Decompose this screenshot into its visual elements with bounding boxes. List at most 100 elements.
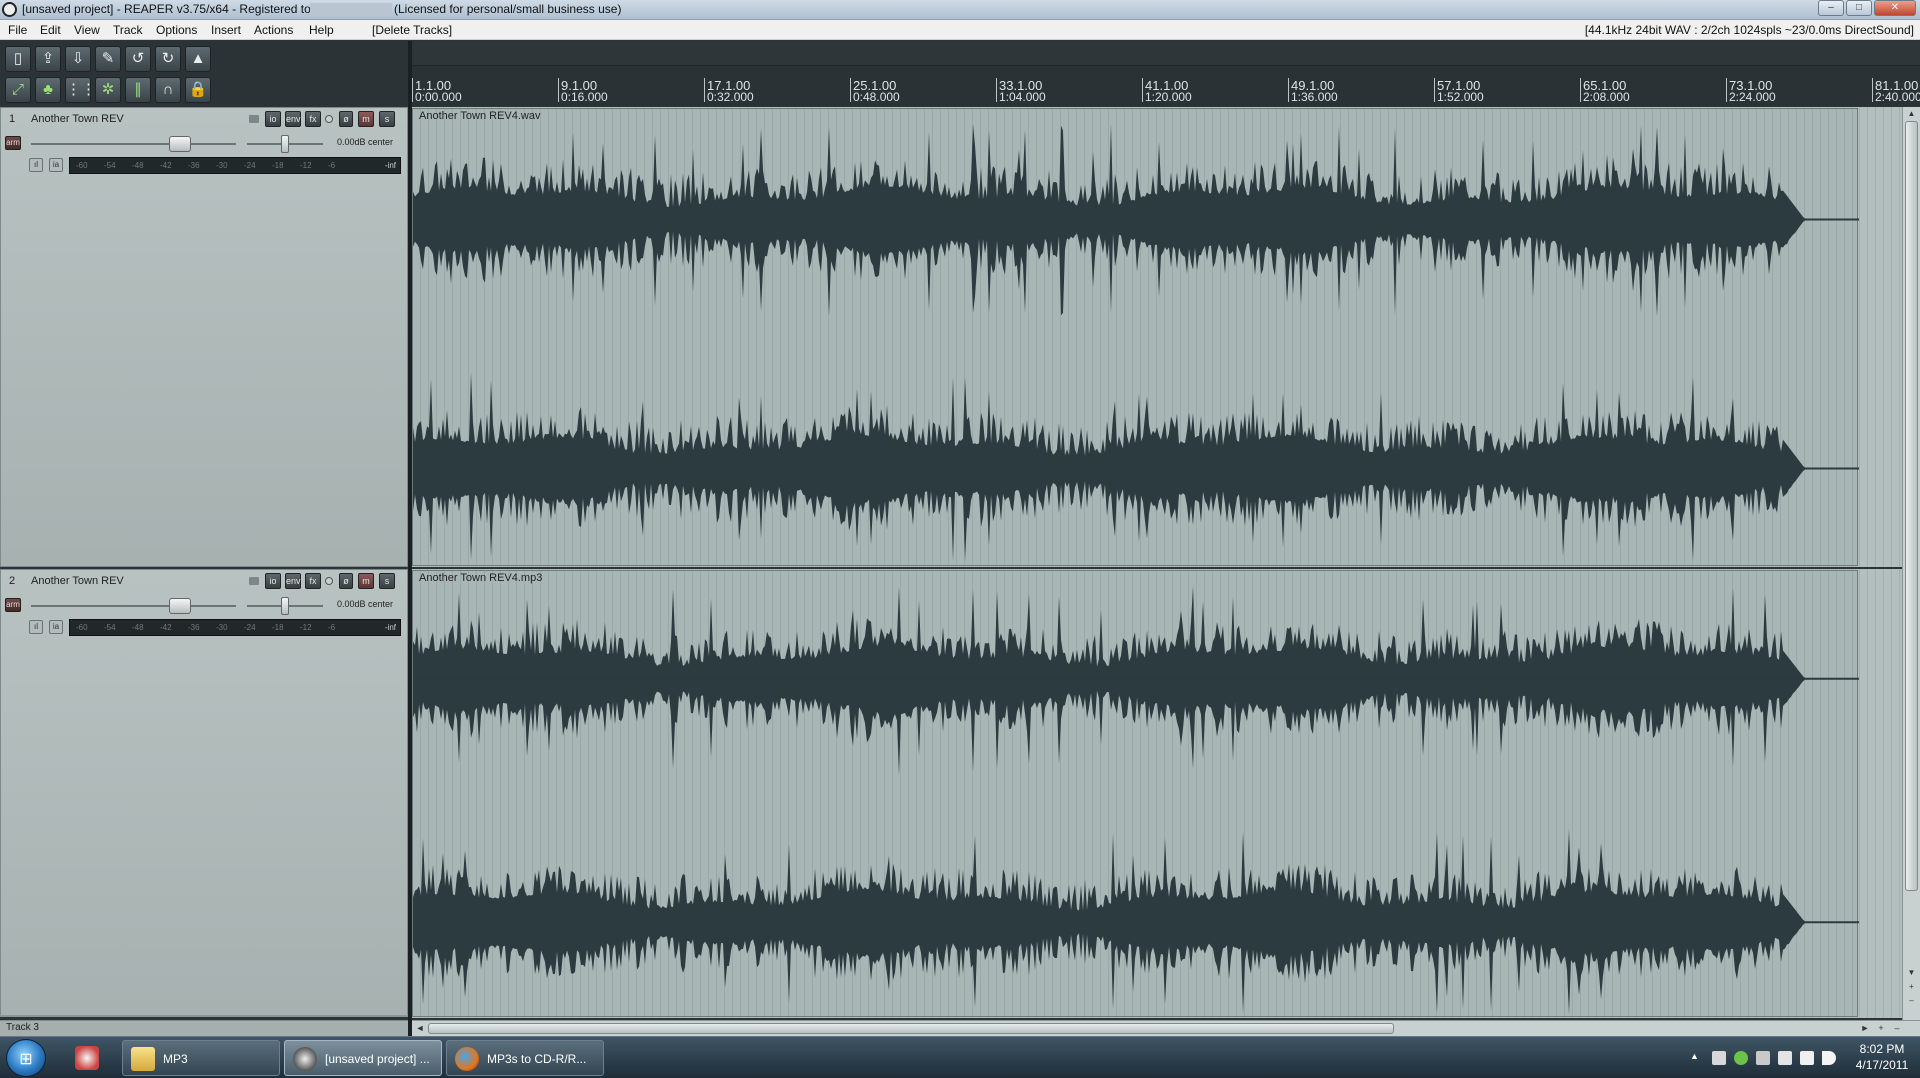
menu-delete-tracks[interactable]: [Delete Tracks] [372,23,452,37]
snap-icon[interactable]: ✲ [95,77,121,103]
horizontal-scrollbar[interactable]: ◄ ► + – [412,1020,1920,1036]
menu-help[interactable]: Help [309,23,334,37]
io-button[interactable]: io [265,573,281,589]
track-lane-1[interactable]: Another Town REV4.wav [412,107,1902,569]
volume-slider-knob[interactable] [169,136,191,152]
start-button[interactable]: ⊞ [6,1039,46,1077]
pinned-app-paint[interactable] [62,1040,112,1076]
envelope-button[interactable]: env [285,573,301,589]
media-item-1[interactable]: Another Town REV4.wav [412,108,1859,566]
action-center-icon[interactable] [1778,1051,1792,1065]
mute-button[interactable]: m [358,573,374,589]
input-monitor-button[interactable]: ıl [29,158,43,172]
record-arm-button[interactable]: arm [5,598,21,612]
vertical-scrollbar[interactable]: ▲ ▼ + – [1902,107,1920,1020]
region-marker-lane[interactable] [412,41,1920,66]
taskbar-item-reaper[interactable]: [unsaved project] ... [284,1040,442,1076]
pan-slider-knob[interactable] [281,135,289,153]
minimize-button[interactable]: – [1818,0,1844,16]
folder-icon[interactable] [249,115,259,123]
menu-options[interactable]: Options [156,23,197,37]
tcp-empty-area[interactable] [0,1015,408,1017]
menu-view[interactable]: View [74,23,100,37]
record-arm-button[interactable]: arm [5,136,21,150]
zoom-in-horizontal-icon[interactable]: + [1874,1022,1888,1035]
show-hidden-icons-icon[interactable]: ▲ [1690,1051,1699,1061]
ripple-edit-icon[interactable]: ∥ [125,77,151,103]
folder-icon[interactable] [249,577,259,585]
new-project-icon[interactable]: ▯ [5,46,31,72]
track-panel-2[interactable]: 2 Another Town REV io env fx ø m s arm 0… [0,569,408,1017]
horizontal-scroll-thumb[interactable] [428,1023,1394,1034]
mute-button[interactable]: m [358,111,374,127]
meter-peak: -inf [384,161,396,170]
scroll-up-icon[interactable]: ▲ [1906,108,1917,119]
zoom-in-vertical-icon[interactable]: + [1906,981,1917,992]
network-icon[interactable] [1712,1051,1726,1065]
envelope-lock-icon[interactable]: ♣ [35,77,61,103]
close-button[interactable]: ✕ [1874,0,1916,16]
scroll-down-icon[interactable]: ▼ [1906,967,1917,978]
track-name[interactable]: Another Town REV [31,113,124,125]
taskbar-item-mp3-folder[interactable]: MP3 [122,1040,280,1076]
vertical-scroll-thumb[interactable] [1905,121,1918,891]
menu-track[interactable]: Track [113,23,143,37]
lock-icon[interactable]: 🔒 [185,77,211,103]
save-project-icon[interactable]: ⇩ [65,46,91,72]
metronome-icon[interactable]: ▲ [185,46,211,72]
waveform-2 [413,586,1859,1015]
phase-icon[interactable] [325,115,333,123]
phase-icon[interactable] [325,577,333,585]
phase-button[interactable]: ø [339,573,353,589]
input-monitor-button[interactable]: ıl [29,620,43,634]
volume-icon[interactable] [1822,1051,1836,1065]
fx-button[interactable]: fx [305,111,321,127]
phase-button[interactable]: ø [339,111,353,127]
track-lane-2[interactable]: Another Town REV4.mp3 [412,569,1902,1020]
menu-insert[interactable]: Insert [211,23,241,37]
menu-actions[interactable]: Actions [254,23,293,37]
volume-slider-knob[interactable] [169,598,191,614]
meter-tick: -18 [272,623,284,632]
loop-icon[interactable]: ∩ [155,77,181,103]
auto-crossfade-icon[interactable]: ⤢ [5,77,31,103]
windows-taskbar: ⊞ MP3 [unsaved project] ... MP3s to CD-R… [0,1036,1920,1078]
meter-tick: -12 [300,161,312,170]
zoom-out-horizontal-icon[interactable]: – [1890,1022,1904,1035]
track-name[interactable]: Another Town REV [31,575,124,587]
project-settings-icon[interactable]: ✎ [95,46,121,72]
menu-edit[interactable]: Edit [40,23,61,37]
pan-slider-knob[interactable] [281,597,289,615]
zoom-out-vertical-icon[interactable]: – [1906,995,1917,1006]
input-select-button[interactable]: ia [49,620,63,634]
grid-icon[interactable]: ⋮⋮ [65,77,96,103]
solo-button[interactable]: s [379,111,395,127]
media-item-2[interactable]: Another Town REV4.mp3 [412,570,1859,1017]
arrange-view[interactable]: Another Town REV4.wav Another Town REV4.… [412,107,1902,1020]
undo-icon[interactable]: ↺ [125,46,151,72]
menu-bar: File Edit View Track Options Insert Acti… [0,20,1920,40]
fx-button[interactable]: fx [305,573,321,589]
network-status-icon[interactable] [1800,1051,1814,1065]
io-button[interactable]: io [265,111,281,127]
open-project-icon[interactable]: ⇪ [35,46,61,72]
license-text: (Licensed for personal/small business us… [394,2,622,16]
taskbar-item-firefox[interactable]: MP3s to CD-R/R... [446,1040,604,1076]
input-select-button[interactable]: ia [49,158,63,172]
audio-device-status[interactable]: [44.1kHz 24bit WAV : 2/2ch 1024spls ~23/… [1585,23,1914,37]
track-panel-1[interactable]: 1 Another Town REV io env fx ø m s arm 0… [0,107,408,567]
timeline-ruler[interactable]: 1.1.00 0:00.000 9.1.00 0:16.000 17.1.00 0:3… [412,66,1920,106]
scroll-left-icon[interactable]: ◄ [413,1022,427,1035]
maximize-button[interactable]: □ [1846,0,1872,16]
device-icon[interactable] [1756,1051,1770,1065]
clock[interactable]: 8:02 PM 4/17/2011 [1850,1041,1914,1073]
redo-icon[interactable]: ↻ [155,46,181,72]
firefox-icon [455,1047,479,1071]
solo-button[interactable]: s [379,573,395,589]
ruler-tick: 57.1.00 1:52.000 [1434,78,1484,104]
antivirus-icon[interactable] [1734,1051,1748,1065]
ruler-tick: 17.1.00 0:32.000 [704,78,754,104]
scroll-right-icon[interactable]: ► [1858,1022,1872,1035]
menu-file[interactable]: File [8,23,27,37]
envelope-button[interactable]: env [285,111,301,127]
